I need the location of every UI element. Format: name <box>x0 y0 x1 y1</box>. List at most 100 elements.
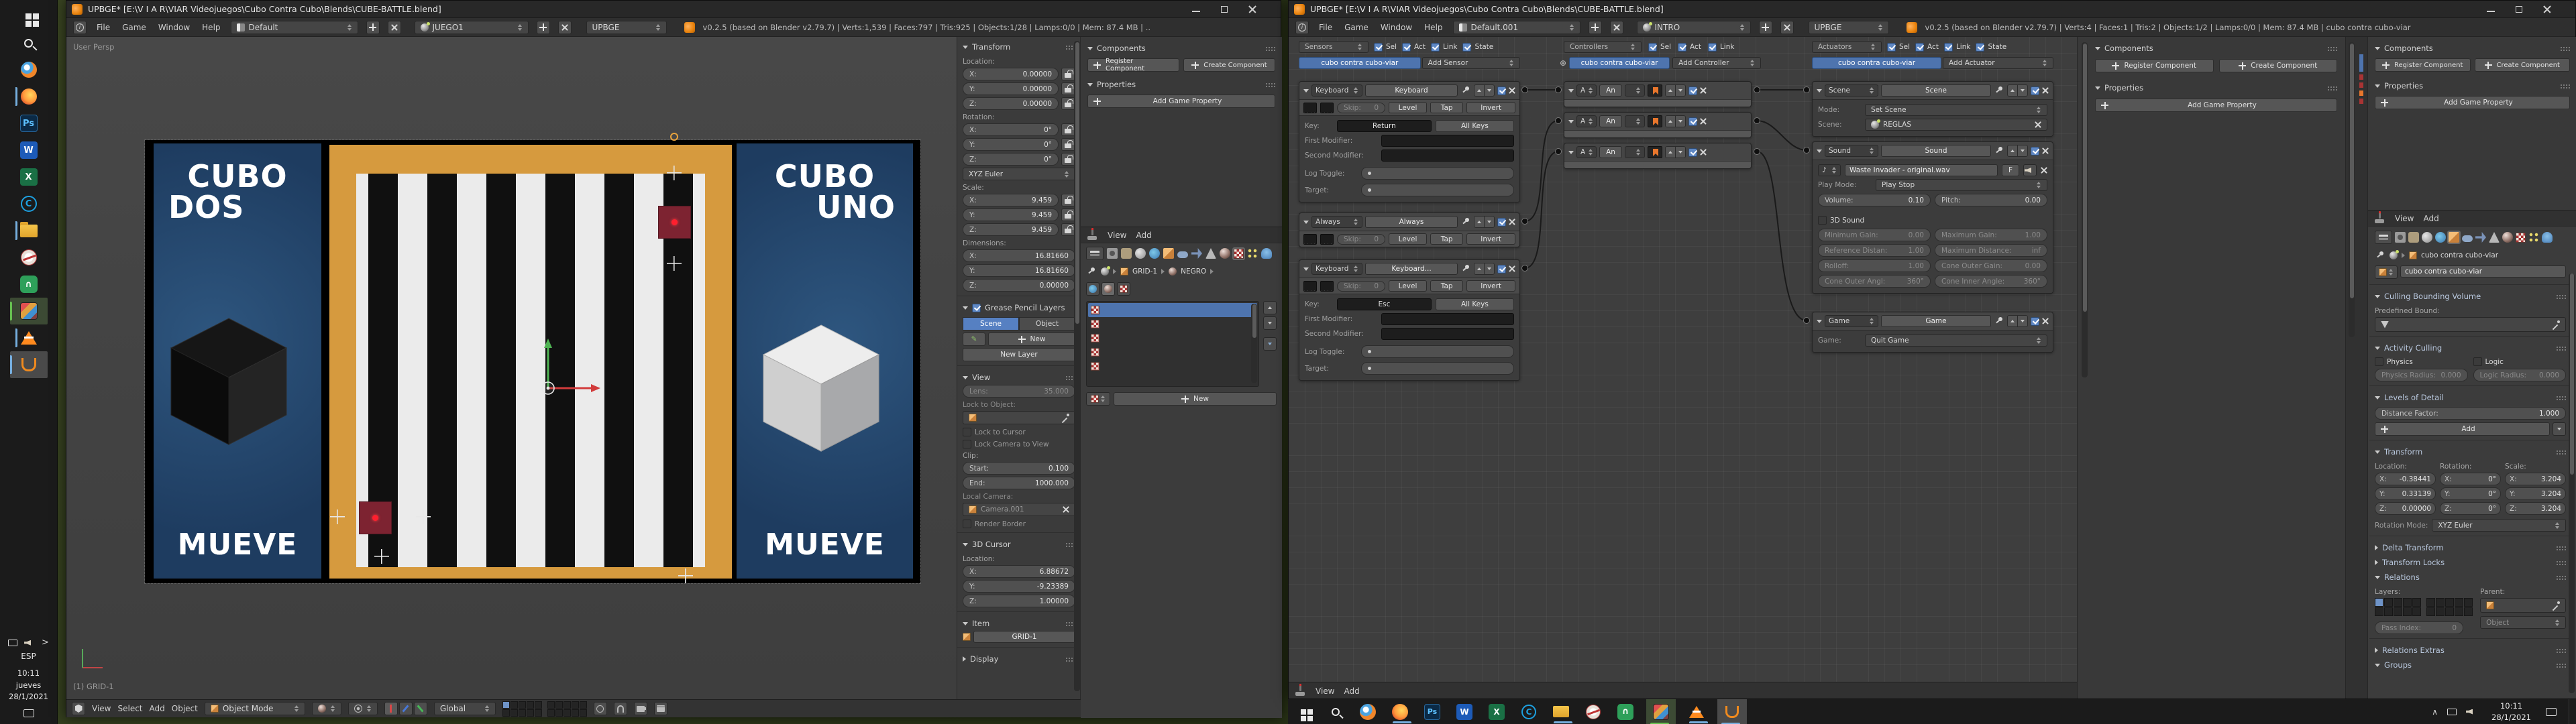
target-field[interactable] <box>1361 362 1514 375</box>
tab-render-icon[interactable] <box>2395 232 2406 243</box>
green-home-icon[interactable]: ∩ <box>15 271 42 298</box>
actuator-name-field[interactable]: Game <box>1881 315 1991 327</box>
scale-x-field[interactable]: X:9.459 <box>963 194 1059 206</box>
pin-icon[interactable] <box>1460 85 1471 96</box>
add-scene-button[interactable] <box>537 21 550 34</box>
eyedropper-icon[interactable] <box>2551 601 2560 610</box>
actuator-name-field[interactable]: Scene <box>1881 84 1991 97</box>
render-anim-icon[interactable] <box>654 702 667 715</box>
create-component-button[interactable]: Create Component <box>2475 58 2571 72</box>
dim-z-field[interactable]: Z:0.00000 <box>963 279 1075 292</box>
gpencil-new-button[interactable]: New <box>988 333 1075 346</box>
menu-help[interactable]: Help <box>200 21 222 34</box>
screen-layout-selector[interactable]: Default.001 <box>1453 21 1580 34</box>
controller-active-checkbox[interactable] <box>1688 86 1697 95</box>
layers-widget[interactable] <box>502 701 542 717</box>
move-up-button[interactable] <box>2007 315 2018 327</box>
lod-add-button[interactable]: Add <box>2375 422 2550 436</box>
actuators-link-toggle[interactable]: Link <box>1944 43 1971 52</box>
sensors-link-toggle[interactable]: Link <box>1431 43 1458 52</box>
controllers-filter-dropdown[interactable]: Controllers <box>1564 41 1642 53</box>
firefox-icon[interactable] <box>15 83 42 110</box>
layers-widget-2[interactable] <box>547 701 587 717</box>
tab-render-layers-icon[interactable] <box>1121 248 1132 259</box>
photoshop-icon[interactable]: Ps <box>1421 701 1444 723</box>
show-desktop-button[interactable] <box>2569 699 2572 724</box>
eyedropper-icon[interactable] <box>1060 413 1069 422</box>
editor-type-icon[interactable]: i <box>1295 21 1309 34</box>
all-keys-button[interactable]: All Keys <box>1436 298 1514 310</box>
volume-field[interactable]: Volume:0.10 <box>1818 194 1931 206</box>
pulse-true-toggle[interactable] <box>1303 281 1317 292</box>
logic-editor-icon[interactable] <box>2373 213 2385 224</box>
local-camera-field[interactable]: Camera.001 <box>963 503 1075 516</box>
v3d-menu-object[interactable]: Object <box>172 704 198 713</box>
pin-icon[interactable] <box>1994 145 2004 156</box>
panel-transform[interactable]: Transform <box>963 40 1075 54</box>
excel-icon[interactable]: X <box>1485 701 1508 723</box>
clip-start-field[interactable]: Start:0.100 <box>963 462 1075 475</box>
first-modifier-field[interactable] <box>1381 313 1514 325</box>
panel-display[interactable]: Display <box>963 652 1075 666</box>
delete-actuator-icon[interactable] <box>2042 147 2049 154</box>
actuator-game[interactable]: Game Game Game:Quit Game <box>1812 312 2053 353</box>
scale-x-field[interactable]: X:3.204 <box>2505 473 2566 485</box>
props-scrollbar[interactable] <box>2570 274 2574 475</box>
lock-icon[interactable] <box>1061 138 1075 151</box>
maximum-distance-field[interactable]: Maximum Distance:inf <box>1935 244 2047 257</box>
player-piece-top[interactable] <box>658 206 691 239</box>
skip-field[interactable]: Skip:0 <box>1337 103 1385 113</box>
transform-manipulator[interactable] <box>528 314 622 408</box>
empty-crosshair[interactable] <box>667 166 682 180</box>
scale-z-field[interactable]: Z:3.204 <box>2505 502 2566 515</box>
c-app-icon[interactable]: C <box>15 190 42 217</box>
tray-icons[interactable]: > <box>8 638 49 648</box>
actuator-active-checkbox[interactable] <box>2031 86 2039 95</box>
add-scene-button[interactable] <box>1759 21 1772 34</box>
rot-y-field[interactable]: Y:0° <box>2440 487 2501 500</box>
target-field[interactable] <box>1361 184 1514 196</box>
menu-file[interactable]: File <box>95 21 112 34</box>
network-icon[interactable] <box>8 640 17 646</box>
move-down-button[interactable] <box>2017 145 2028 157</box>
texture-list-scrollbar[interactable] <box>1252 304 1256 338</box>
collapse-icon[interactable] <box>1817 149 1822 153</box>
pin-icon[interactable] <box>1460 217 1471 227</box>
logic-editor-icon[interactable] <box>1294 686 1306 697</box>
lock-to-cursor[interactable]: Lock to Cursor <box>963 428 1075 436</box>
tab-modifiers-icon[interactable] <box>1191 248 1202 259</box>
texture-slot[interactable] <box>1088 317 1257 331</box>
controller-input-port[interactable] <box>1555 148 1562 155</box>
actuator-name-field[interactable]: Sound <box>1881 145 1991 157</box>
render-border-checkbox[interactable]: Render Border <box>963 520 1075 528</box>
tap-button[interactable]: Tap <box>1430 102 1463 113</box>
lens-field[interactable]: Lens:35.000 <box>963 385 1075 398</box>
actuators-act-toggle[interactable]: Act <box>1915 43 1939 52</box>
scale-y-field[interactable]: Y:9.459 <box>963 208 1059 221</box>
lock-icon[interactable] <box>1061 97 1075 110</box>
collapse-icon[interactable] <box>1568 89 1574 93</box>
sensors-filter-dropdown[interactable]: Sensors <box>1299 41 1368 53</box>
disc-tool-icon[interactable] <box>15 244 42 271</box>
actuators-object-name[interactable]: cubo contra cubo-viar <box>1812 57 1941 69</box>
log-toggle-field[interactable] <box>1361 345 1514 358</box>
empty-crosshair[interactable] <box>374 549 389 564</box>
panel-activity-culling[interactable]: Activity Culling <box>2375 341 2566 355</box>
panel-transform-locks[interactable]: Transform Locks <box>2375 555 2566 570</box>
n-panel-scrollbar[interactable] <box>1075 42 1079 324</box>
lock-object-field[interactable] <box>963 411 1075 424</box>
empty-crosshair[interactable] <box>678 568 693 583</box>
render-opengl-icon[interactable] <box>634 702 647 715</box>
cursor-z-field[interactable]: Z:1.00000 <box>963 595 1075 607</box>
level-button[interactable]: Level <box>1389 280 1427 292</box>
rotation-mode-dropdown[interactable]: XYZ Euler <box>963 168 1075 180</box>
pulse-false-toggle[interactable] <box>1320 281 1334 292</box>
actuator-sound[interactable]: Sound Sound ♪ Waste Invader - original.w… <box>1812 141 2053 294</box>
tab-scene-icon[interactable] <box>2422 232 2432 243</box>
breadcrumb-object[interactable]: GRID-1 <box>1132 267 1157 276</box>
panel-components[interactable]: Components <box>2375 41 2570 56</box>
panel-components[interactable]: Components <box>2095 41 2337 56</box>
tab-material-icon[interactable] <box>1220 248 1230 259</box>
pulse-false-toggle[interactable] <box>1320 103 1334 113</box>
gpencil-data-icon[interactable]: ✎ <box>963 333 985 346</box>
